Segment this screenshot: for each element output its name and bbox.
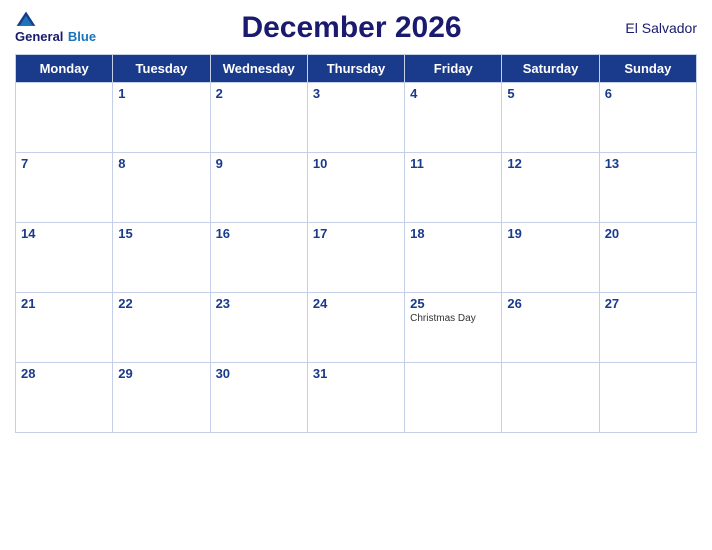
logo-blue-text: Blue — [68, 29, 96, 44]
calendar-cell: 13 — [599, 153, 696, 223]
calendar-title-block: December 2026 — [96, 11, 607, 45]
calendar-cell: 10 — [307, 153, 404, 223]
day-number: 11 — [410, 156, 496, 171]
calendar-cell: 3 — [307, 83, 404, 153]
calendar-cell: 9 — [210, 153, 307, 223]
day-number: 12 — [507, 156, 593, 171]
weekday-monday: Monday — [16, 55, 113, 83]
calendar-cell: 22 — [113, 293, 210, 363]
day-number: 31 — [313, 366, 399, 381]
day-number: 29 — [118, 366, 204, 381]
week-row-2: 789 10 11 12 13 — [16, 153, 697, 223]
calendar-cell: 24 — [307, 293, 404, 363]
calendar-cell: 4 — [405, 83, 502, 153]
day-number: 10 — [313, 156, 399, 171]
calendar-cell: 7 — [16, 153, 113, 223]
calendar-header: General Blue December 2026 El Salvador — [15, 10, 697, 46]
day-number: 21 — [21, 296, 107, 311]
calendar-cell: 25 Christmas Day — [405, 293, 502, 363]
calendar-cell: 31 — [307, 363, 404, 433]
day-number: 15 — [118, 226, 204, 241]
week-row-5: 28 29 30 31 — [16, 363, 697, 433]
day-number: 3 — [313, 86, 399, 101]
calendar-cell — [16, 83, 113, 153]
calendar-cell: 18 — [405, 223, 502, 293]
day-number: 23 — [216, 296, 302, 311]
weekday-tuesday: Tuesday — [113, 55, 210, 83]
calendar-page: General Blue December 2026 El Salvador M… — [0, 0, 712, 550]
generalblue-icon — [15, 10, 37, 28]
calendar-cell: 5 — [502, 83, 599, 153]
day-number: 4 — [410, 86, 496, 101]
calendar-cell: 17 — [307, 223, 404, 293]
calendar-cell: 6 — [599, 83, 696, 153]
calendar-cell: 1 — [113, 83, 210, 153]
day-event: Christmas Day — [410, 313, 496, 324]
day-number: 28 — [21, 366, 107, 381]
week-row-3: 14 15 16 17 18 19 20 — [16, 223, 697, 293]
weekday-header-row: MondayTuesdayWednesdayThursdayFridaySatu… — [16, 55, 697, 83]
day-number: 22 — [118, 296, 204, 311]
day-number: 26 — [507, 296, 593, 311]
calendar-cell: 2 — [210, 83, 307, 153]
day-number: 5 — [507, 86, 593, 101]
weekday-wednesday: Wednesday — [210, 55, 307, 83]
day-number: 16 — [216, 226, 302, 241]
calendar-cell — [599, 363, 696, 433]
day-number: 9 — [216, 156, 302, 171]
day-number: 1 — [118, 86, 204, 101]
calendar-cell: 19 — [502, 223, 599, 293]
calendar-cell: 11 — [405, 153, 502, 223]
day-number: 24 — [313, 296, 399, 311]
calendar-cell: 27 — [599, 293, 696, 363]
calendar-table: MondayTuesdayWednesdayThursdayFridaySatu… — [15, 54, 697, 433]
day-number: 27 — [605, 296, 691, 311]
calendar-cell: 14 — [16, 223, 113, 293]
country-label: El Salvador — [607, 20, 697, 36]
weekday-thursday: Thursday — [307, 55, 404, 83]
calendar-cell: 20 — [599, 223, 696, 293]
logo: General Blue — [15, 10, 96, 46]
calendar-cell: 26 — [502, 293, 599, 363]
weekday-sunday: Sunday — [599, 55, 696, 83]
calendar-cell: 8 — [113, 153, 210, 223]
week-row-4: 21 22 23 24 25 Christmas Day 26 27 — [16, 293, 697, 363]
day-number: 13 — [605, 156, 691, 171]
calendar-cell — [502, 363, 599, 433]
calendar-cell — [405, 363, 502, 433]
day-number: 6 — [605, 86, 691, 101]
day-number: 19 — [507, 226, 593, 241]
calendar-cell: 15 — [113, 223, 210, 293]
day-number: 20 — [605, 226, 691, 241]
calendar-title: December 2026 — [241, 11, 461, 44]
calendar-cell: 12 — [502, 153, 599, 223]
day-number: 18 — [410, 226, 496, 241]
calendar-cell: 23 — [210, 293, 307, 363]
calendar-cell: 30 — [210, 363, 307, 433]
week-row-1: 123456 — [16, 83, 697, 153]
day-number: 7 — [21, 156, 107, 171]
weekday-saturday: Saturday — [502, 55, 599, 83]
calendar-cell: 28 — [16, 363, 113, 433]
day-number: 2 — [216, 86, 302, 101]
day-number: 14 — [21, 226, 107, 241]
calendar-cell: 21 — [16, 293, 113, 363]
day-number: 8 — [118, 156, 204, 171]
weekday-friday: Friday — [405, 55, 502, 83]
day-number: 25 — [410, 296, 496, 311]
day-number: 30 — [216, 366, 302, 381]
calendar-cell: 29 — [113, 363, 210, 433]
calendar-cell: 16 — [210, 223, 307, 293]
logo-general-text: General — [15, 29, 63, 44]
day-number: 17 — [313, 226, 399, 241]
